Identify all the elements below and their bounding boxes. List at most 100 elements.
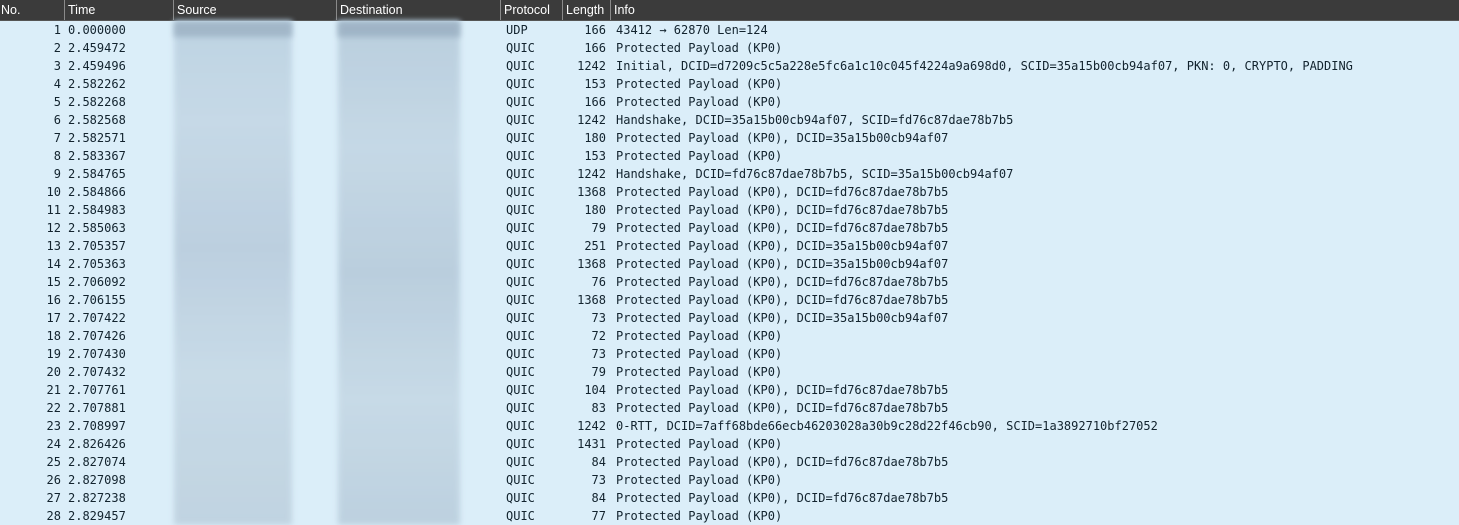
packet-protocol: QUIC (506, 77, 535, 91)
packet-info: Protected Payload (KP0), DCID=fd76c87dae… (616, 221, 949, 235)
destination-column-redacted (338, 21, 460, 525)
packet-info: Protected Payload (KP0) (616, 437, 783, 451)
packet-time: 2.705357 (68, 239, 126, 253)
packet-info: Protected Payload (KP0), DCID=fd76c87dae… (616, 401, 949, 415)
column-header-destination[interactable]: Destination (336, 0, 500, 20)
packet-time: 2.583367 (68, 149, 126, 163)
packet-protocol: QUIC (506, 401, 535, 415)
packet-list[interactable]: No. Time Source Destination Protocol Len… (0, 0, 1459, 525)
packet-info: Protected Payload (KP0), DCID=fd76c87dae… (616, 293, 949, 307)
packet-length: 1368 (577, 185, 606, 199)
packet-time: 2.706092 (68, 275, 126, 289)
packet-length: 83 (591, 401, 606, 415)
packet-info: 0-RTT, DCID=7aff68bde66ecb46203028a30b9c… (616, 419, 1158, 433)
packet-no: 26 (46, 473, 61, 487)
packet-protocol: QUIC (506, 455, 535, 469)
packet-info: Protected Payload (KP0) (616, 347, 783, 361)
destination-column-redacted-top (338, 21, 460, 37)
packet-time: 2.585063 (68, 221, 126, 235)
packet-length: 153 (584, 149, 606, 163)
packet-no: 27 (46, 491, 61, 505)
packet-length: 73 (591, 311, 606, 325)
packet-time: 2.829457 (68, 509, 126, 523)
packet-no: 4 (53, 77, 61, 91)
packet-time: 2.582268 (68, 95, 126, 109)
packet-protocol: QUIC (506, 185, 535, 199)
packet-info: Protected Payload (KP0) (616, 329, 783, 343)
packet-protocol: QUIC (506, 203, 535, 217)
source-column-redacted (174, 21, 292, 525)
packet-length: 104 (584, 383, 606, 397)
packet-no: 24 (46, 437, 61, 451)
packet-protocol: QUIC (506, 149, 535, 163)
packet-time: 2.707426 (68, 329, 126, 343)
packet-no: 6 (53, 113, 61, 127)
packet-no: 28 (46, 509, 61, 523)
packet-time: 2.826426 (68, 437, 126, 451)
packet-time: 2.584983 (68, 203, 126, 217)
column-header-row: No. Time Source Destination Protocol Len… (0, 0, 1459, 21)
column-header-length[interactable]: Length (562, 0, 610, 20)
packet-protocol: QUIC (506, 383, 535, 397)
packet-time: 2.582571 (68, 131, 126, 145)
packet-no: 3 (53, 59, 61, 73)
packet-length: 73 (591, 347, 606, 361)
packet-no: 7 (53, 131, 61, 145)
packet-no: 2 (53, 41, 61, 55)
packet-time: 2.705363 (68, 257, 126, 271)
column-header-protocol[interactable]: Protocol (500, 0, 562, 20)
packet-protocol: UDP (506, 23, 528, 37)
packet-length: 166 (584, 95, 606, 109)
packet-no: 20 (46, 365, 61, 379)
packet-no: 16 (46, 293, 61, 307)
column-header-time[interactable]: Time (64, 0, 173, 20)
packet-protocol: QUIC (506, 347, 535, 361)
packet-protocol: QUIC (506, 41, 535, 55)
packet-info: Protected Payload (KP0) (616, 509, 783, 523)
packet-no: 1 (53, 23, 61, 37)
packet-protocol: QUIC (506, 113, 535, 127)
packet-info: Protected Payload (KP0) (616, 473, 783, 487)
packet-info: Protected Payload (KP0), DCID=fd76c87dae… (616, 203, 949, 217)
packet-no: 21 (46, 383, 61, 397)
packet-time: 2.584765 (68, 167, 126, 181)
packet-time: 2.707881 (68, 401, 126, 415)
packet-no: 19 (46, 347, 61, 361)
packet-no: 15 (46, 275, 61, 289)
packet-info: Protected Payload (KP0) (616, 365, 783, 379)
packet-time: 2.707432 (68, 365, 126, 379)
packet-info: Handshake, DCID=fd76c87dae78b7b5, SCID=3… (616, 167, 1014, 181)
packet-length: 79 (591, 365, 606, 379)
packet-no: 22 (46, 401, 61, 415)
packet-length: 77 (591, 509, 606, 523)
packet-protocol: QUIC (506, 293, 535, 307)
packet-no: 12 (46, 221, 61, 235)
column-header-info[interactable]: Info (610, 0, 1459, 20)
packet-info: Initial, DCID=d7209c5c5a228e5fc6a1c10c04… (616, 59, 1353, 73)
packet-no: 9 (53, 167, 61, 181)
packet-length: 72 (591, 329, 606, 343)
column-header-source[interactable]: Source (173, 0, 336, 20)
packet-length: 180 (584, 203, 606, 217)
packet-time: 2.459472 (68, 41, 126, 55)
packet-no: 13 (46, 239, 61, 253)
packet-protocol: QUIC (506, 131, 535, 145)
packet-length: 1242 (577, 59, 606, 73)
packet-length: 79 (591, 221, 606, 235)
packet-time: 2.827074 (68, 455, 126, 469)
packet-info: Protected Payload (KP0), DCID=35a15b00cb… (616, 257, 949, 271)
packet-time: 2.707761 (68, 383, 126, 397)
packet-no: 23 (46, 419, 61, 433)
packet-info: Protected Payload (KP0) (616, 149, 783, 163)
packet-length: 84 (591, 491, 606, 505)
column-header-no[interactable]: No. (0, 0, 64, 20)
packet-info: Protected Payload (KP0), DCID=35a15b00cb… (616, 131, 949, 145)
packet-protocol: QUIC (506, 311, 535, 325)
packet-protocol: QUIC (506, 257, 535, 271)
packet-info: Protected Payload (KP0), DCID=35a15b00cb… (616, 311, 949, 325)
packet-time: 2.582262 (68, 77, 126, 91)
packet-length: 166 (584, 41, 606, 55)
packet-protocol: QUIC (506, 59, 535, 73)
packet-time: 2.584866 (68, 185, 126, 199)
packet-no: 11 (46, 203, 61, 217)
